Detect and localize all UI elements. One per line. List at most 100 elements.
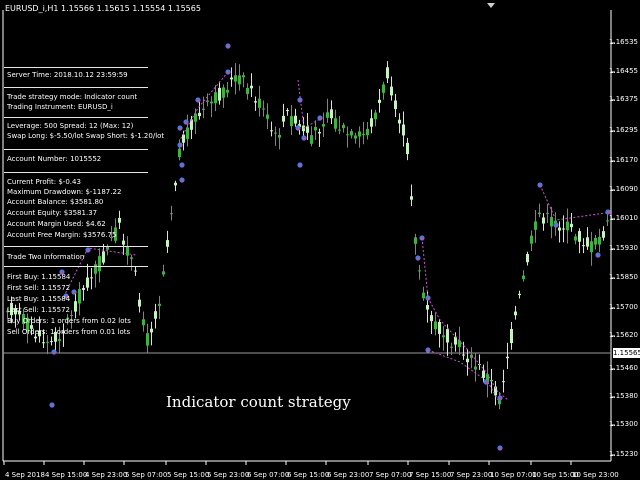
candle-body: [598, 236, 601, 245]
candle-body: [514, 311, 517, 316]
candle-body: [438, 321, 441, 334]
trade-marker-dot: [178, 144, 182, 147]
candle-body: [362, 133, 365, 135]
candle-body: [74, 301, 77, 312]
sell-orders: Sell Orders: 1 orders from 0.01 lots: [7, 328, 131, 336]
candle-body: [410, 196, 413, 200]
account-margin-used: Account Margin Used: $4.62: [7, 220, 106, 228]
candle-body: [374, 112, 377, 120]
info-divider: [4, 117, 148, 118]
time-label: 6 Sep 15:00: [287, 471, 330, 479]
trade-line: [539, 184, 613, 221]
candle-body: [338, 129, 341, 131]
candle-body: [182, 134, 185, 143]
time-label: 10 Sep 07:00: [490, 471, 537, 479]
time-label: 7 Sep 07:00: [369, 471, 412, 479]
time-label: 6 Sep 23:00: [327, 471, 370, 479]
candle-body: [258, 98, 261, 108]
time-label: 5 Sep 23:00: [207, 471, 250, 479]
candle-body: [238, 75, 241, 85]
trade-marker-dot: [52, 351, 56, 354]
current-price-tag: 1.15565: [613, 348, 640, 358]
trade-marker-dot: [484, 381, 488, 384]
candle-body: [390, 86, 393, 96]
candle-body: [346, 134, 349, 136]
price-label: 1.15850: [609, 273, 638, 281]
candle-body: [122, 240, 125, 245]
trade-marker-dot: [86, 249, 90, 252]
candle-body: [334, 118, 337, 129]
candle-body: [226, 89, 229, 93]
trade-marker-dot: [298, 164, 302, 167]
trade-line: [297, 79, 323, 129]
candle-body: [218, 87, 221, 101]
candle-body: [542, 217, 545, 224]
candle-body: [330, 109, 333, 119]
trade-marker-dot: [416, 257, 420, 260]
trade-marker-dot: [72, 291, 76, 294]
candle-body: [130, 257, 133, 259]
trade-marker-dot: [498, 397, 502, 400]
candle-body: [194, 113, 197, 122]
candle-body: [550, 216, 553, 227]
candle-body: [262, 108, 265, 110]
candle-body: [442, 335, 445, 338]
candle-body: [378, 99, 381, 103]
candle-body: [126, 246, 129, 256]
chart-window[interactable]: EURUSD_i,H1 1.15566 1.15615 1.15554 1.15…: [0, 0, 640, 480]
trade-marker-dot: [554, 224, 558, 227]
account-balance: Account Balance: $3581.80: [7, 198, 104, 206]
trade-marker-dot: [318, 117, 322, 121]
candle-body: [158, 303, 161, 306]
candle-body: [314, 126, 317, 131]
candle-body: [574, 236, 577, 241]
candle-body: [394, 100, 397, 110]
account-free-margin: Account Free Margin: $3576.75: [7, 231, 117, 239]
server-time: Server Time: 2018.10.12 23:59:59: [7, 71, 128, 79]
time-label: 10 Sep 23:00: [572, 471, 619, 479]
time-label: 5 Sep 15:00: [167, 471, 210, 479]
trade-marker-dot: [226, 45, 230, 48]
trade-marker-dot: [296, 127, 300, 130]
chart-collapse-icon[interactable]: [487, 3, 495, 8]
candle-body: [510, 329, 513, 344]
candle-body: [270, 130, 273, 132]
candle-body: [358, 131, 361, 137]
trade-marker-dot: [196, 99, 200, 103]
trade-marker-dot: [302, 137, 306, 140]
candle-body: [198, 112, 201, 117]
last-sell: Last Sell: 1.15572: [7, 306, 70, 314]
candle-body: [566, 221, 569, 231]
candle-body: [462, 354, 465, 356]
time-label: 6 Sep 07:00: [247, 471, 290, 479]
price-label: 1.16455: [609, 67, 638, 75]
candle-body: [70, 315, 73, 317]
candle-body: [558, 227, 561, 231]
price-label: 1.15620: [609, 331, 638, 339]
info-divider: [4, 172, 148, 173]
candle-body: [86, 277, 89, 288]
candle-body: [434, 321, 437, 330]
trade-marker-dot: [420, 237, 424, 240]
candle-body: [354, 135, 357, 139]
trade-two-header: Trade Two Information: [7, 253, 85, 261]
candle-body: [426, 305, 429, 310]
candle-body: [502, 381, 505, 383]
candle-body: [582, 245, 585, 247]
candle-body: [50, 341, 53, 343]
candle-body: [406, 142, 409, 155]
candle-body: [382, 84, 385, 93]
candle-body: [546, 212, 549, 214]
trade-marker-dot: [426, 297, 430, 300]
candle-body: [202, 108, 205, 110]
candle-body: [150, 328, 153, 333]
candle-body: [398, 119, 401, 124]
candle-body: [370, 118, 373, 127]
candle-body: [250, 85, 253, 89]
candle-body: [142, 319, 145, 326]
candle-body: [82, 287, 85, 290]
candle-body: [118, 217, 121, 223]
price-label: 1.16170: [609, 156, 638, 164]
candle-body: [366, 128, 369, 136]
candle-body: [134, 270, 137, 272]
